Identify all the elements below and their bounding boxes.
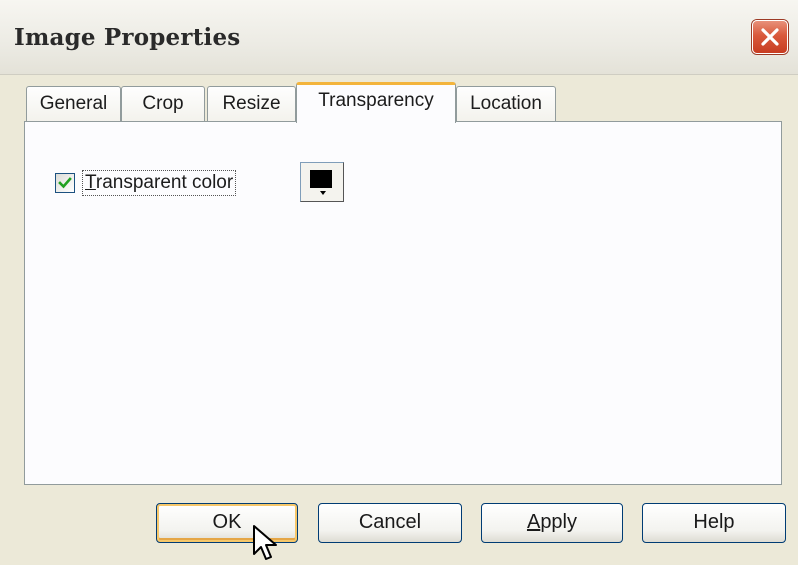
apply-button[interactable]: Apply [481,503,623,543]
tab-transparency-label: Transparency [318,90,434,111]
tab-resize[interactable]: Resize [207,86,296,122]
cancel-button-label: Cancel [358,511,422,533]
transparent-color-mnemonic: T [85,172,96,193]
dropdown-arrow-icon [320,191,326,195]
close-x-icon [761,28,779,46]
tab-crop-label: Crop [142,93,184,114]
window-title: Image Properties [14,24,241,51]
tab-transparency[interactable]: Transparency [296,82,456,123]
tab-general-label: General [39,93,108,114]
ok-button[interactable]: OK [156,503,298,543]
tab-location[interactable]: Location [456,86,556,122]
transparent-color-label[interactable]: Transparent color [82,170,237,196]
cancel-button[interactable]: Cancel [318,503,462,543]
transparency-panel: Transparent color [24,121,782,485]
transparent-color-label-rest: ransparent color [95,172,234,193]
close-button[interactable] [752,20,788,54]
apply-button-label: Apply [527,511,577,533]
checkmark-icon [58,177,72,189]
tab-general[interactable]: General [26,86,121,122]
ok-button-label: OK [212,511,242,533]
color-picker-button[interactable] [300,162,344,202]
tab-resize-label: Resize [222,93,281,114]
title-bar[interactable]: Image Properties [0,0,798,75]
tab-crop[interactable]: Crop [121,86,205,122]
apply-mnemonic: A [526,511,541,533]
image-properties-dialog: Image Properties General Crop Resize Tra… [0,0,798,565]
color-swatch [310,170,332,188]
transparent-color-checkbox[interactable] [55,173,75,193]
apply-label-rest: pply [540,511,578,533]
help-button[interactable]: Help [642,503,786,543]
help-button-label: Help [693,511,735,533]
tab-location-label: Location [470,93,542,114]
